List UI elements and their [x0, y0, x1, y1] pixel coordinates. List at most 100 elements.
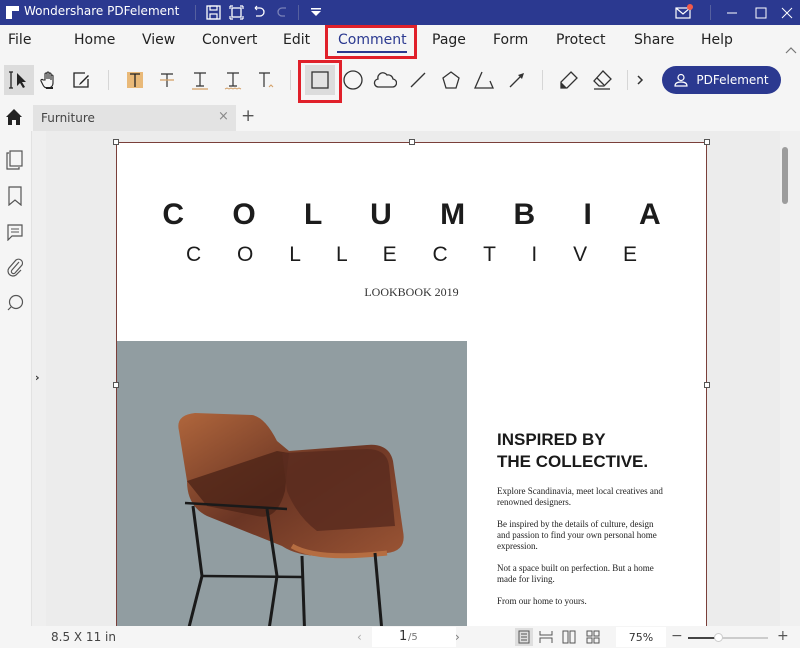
eraser-tool[interactable] — [587, 65, 617, 95]
vertical-scrollbar[interactable] — [780, 131, 800, 626]
comments-icon[interactable] — [4, 221, 26, 243]
account-button[interactable]: PDFelement — [662, 66, 781, 94]
undo-icon[interactable] — [250, 3, 268, 21]
left-sidebar — [0, 131, 32, 626]
two-page-view-button[interactable] — [560, 628, 578, 646]
single-page-view-button[interactable] — [515, 628, 533, 646]
cloud-tool[interactable] — [370, 65, 400, 95]
new-tab-button[interactable]: + — [241, 106, 255, 126]
strikethrough-tool[interactable] — [152, 65, 182, 95]
title-bar: Wondershare PDFelement — [0, 0, 800, 25]
insert-text-icon — [259, 72, 274, 88]
divider — [542, 70, 543, 90]
divider — [195, 5, 196, 20]
squiggly-underline-icon — [224, 72, 242, 90]
menu-form[interactable]: Form — [493, 32, 528, 48]
line-tool[interactable] — [403, 65, 433, 95]
resize-handle[interactable] — [113, 382, 119, 388]
notification-dot — [687, 4, 693, 10]
chevron-right-icon — [637, 75, 644, 85]
next-page-button[interactable]: › — [455, 630, 460, 644]
resize-handle[interactable] — [409, 139, 415, 145]
select-cursor-icon — [9, 71, 26, 89]
sidebar-expand-handle[interactable]: › — [32, 131, 46, 626]
redo-icon[interactable] — [273, 3, 291, 21]
continuous-icon — [539, 631, 553, 643]
scrollbar-thumb[interactable] — [782, 147, 788, 204]
edit-tool[interactable] — [66, 65, 96, 95]
arrow-tool[interactable] — [502, 65, 532, 95]
menu-view[interactable]: View — [142, 32, 175, 48]
squiggly-tool[interactable] — [218, 65, 248, 95]
highlight-tool[interactable] — [120, 65, 150, 95]
comment-menu-highlight — [325, 25, 417, 59]
menu-edit[interactable]: Edit — [283, 32, 310, 48]
continuous-view-button[interactable] — [537, 628, 555, 646]
customize-dropdown-icon[interactable] — [307, 3, 325, 21]
caret-tool[interactable] — [251, 65, 281, 95]
document-canvas: C O L U M B I A C O L L E C T I V E LOOK… — [46, 131, 780, 626]
zoom-slider[interactable] — [688, 633, 768, 642]
chevron-right-icon[interactable]: › — [35, 371, 40, 384]
app-title: Wondershare PDFelement — [24, 4, 180, 18]
two-page-continuous-view-button[interactable] — [584, 628, 602, 646]
minimize-icon — [727, 12, 737, 13]
zoom-in-button[interactable]: + — [777, 628, 789, 644]
tab-close-icon[interactable]: × — [218, 109, 229, 124]
menu-page[interactable]: Page — [432, 32, 466, 48]
page-number-input[interactable]: 1 /5 — [372, 627, 456, 647]
zoom-level-input[interactable]: 75% — [616, 627, 666, 647]
mail-icon[interactable] — [675, 3, 693, 21]
highlight-icon — [127, 72, 143, 88]
edit-box-icon — [73, 72, 89, 88]
close-button[interactable] — [772, 0, 800, 25]
document-tabs: Furniture × + — [0, 103, 800, 131]
polygon-tool[interactable] — [436, 65, 466, 95]
menu-convert[interactable]: Convert — [202, 32, 257, 48]
menu-home[interactable]: Home — [74, 32, 115, 48]
line-icon — [410, 72, 426, 88]
menu-file[interactable]: File — [8, 32, 31, 48]
attachment-icon[interactable] — [4, 256, 26, 278]
menu-help[interactable]: Help — [701, 32, 733, 48]
menu-share[interactable]: Share — [634, 32, 674, 48]
zoom-slider-knob[interactable] — [714, 633, 724, 642]
app-logo-icon — [6, 6, 19, 19]
polyline-tool[interactable] — [469, 65, 499, 95]
maximize-icon — [755, 7, 767, 18]
save-icon[interactable] — [204, 3, 222, 21]
bookmark-icon[interactable] — [4, 185, 26, 207]
fit-page-icon[interactable] — [227, 3, 245, 21]
tab-furniture[interactable]: Furniture × — [33, 105, 236, 131]
two-page-continuous-icon — [586, 630, 600, 644]
resize-handle[interactable] — [704, 382, 710, 388]
select-tool[interactable] — [4, 65, 34, 95]
oval-tool[interactable] — [338, 65, 368, 95]
thumbnails-icon[interactable] — [4, 149, 26, 171]
comment-toolbar: PDFelement — [0, 60, 800, 100]
rectangle-tool-highlight — [298, 60, 342, 103]
current-page: 1 — [399, 629, 408, 644]
hand-tool[interactable] — [34, 65, 64, 95]
zoom-out-button[interactable]: − — [671, 628, 683, 644]
hand-icon — [40, 71, 54, 89]
underline-tool[interactable] — [185, 65, 215, 95]
search-icon[interactable] — [4, 292, 26, 314]
status-bar: 8.5 X 11 in ‹ 1 /5 › 75% − + — [0, 626, 800, 648]
tab-label: Furniture — [41, 111, 95, 125]
circle-icon — [343, 70, 363, 90]
more-tools-button[interactable] — [631, 65, 649, 95]
prev-page-button[interactable]: ‹ — [357, 630, 362, 644]
pencil-tool[interactable] — [554, 65, 584, 95]
minimize-button[interactable] — [717, 0, 747, 25]
resize-handle[interactable] — [704, 139, 710, 145]
close-icon — [781, 7, 793, 18]
single-page-icon — [518, 630, 530, 644]
arrow-icon — [509, 73, 524, 88]
chevron-up-icon[interactable] — [785, 39, 797, 58]
underline-icon — [192, 72, 208, 90]
cloud-icon — [373, 72, 397, 88]
menu-protect[interactable]: Protect — [556, 32, 606, 48]
home-icon[interactable] — [5, 108, 23, 126]
resize-handle[interactable] — [113, 139, 119, 145]
